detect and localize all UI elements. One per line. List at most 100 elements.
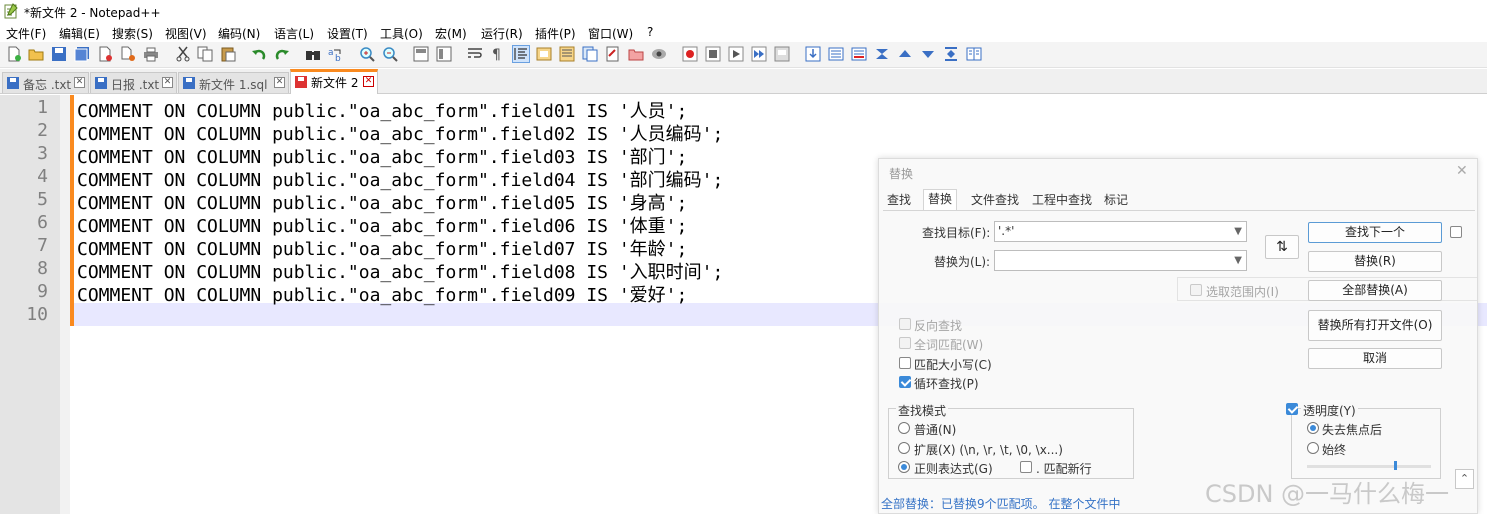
find-combobox[interactable]: '.*' ▼	[994, 221, 1247, 242]
code-line[interactable]: COMMENT ON COLUMN public."oa_abc_form".f…	[77, 281, 687, 307]
menu-edit[interactable]: 编辑(E)	[59, 25, 100, 42]
mode-normal-radio[interactable]	[898, 422, 910, 434]
close-icon[interactable]	[97, 46, 113, 62]
menu-settings[interactable]: 设置(T)	[327, 25, 368, 42]
menu-plugins[interactable]: 插件(P)	[535, 25, 576, 42]
menu-encoding[interactable]: 编码(N)	[218, 25, 260, 42]
mode-regex-radio[interactable]	[898, 461, 910, 473]
collapse-icon[interactable]: ⌃	[1455, 469, 1474, 489]
replace-all-button[interactable]: 全部替换(A)	[1308, 280, 1442, 301]
backward-checkbox[interactable]	[899, 318, 911, 330]
tab-find-in-files[interactable]: 文件查找	[967, 191, 1023, 210]
always-radio[interactable]	[1307, 442, 1319, 454]
swap-button[interactable]: ⇅	[1265, 235, 1299, 259]
tab-daily[interactable]: 日报 .txt ✕	[90, 72, 177, 93]
undo-icon[interactable]	[251, 46, 267, 62]
play-multi-icon[interactable]	[751, 46, 767, 62]
folder-workspace-icon[interactable]	[605, 46, 621, 62]
saved-disk-icon	[7, 77, 19, 89]
print-icon[interactable]	[143, 46, 159, 62]
mode-extended-radio[interactable]	[898, 442, 910, 454]
eye-icon[interactable]	[651, 46, 667, 62]
tab-close-icon[interactable]: ✕	[74, 77, 85, 88]
whole-word-checkbox[interactable]	[899, 337, 911, 349]
col-mode-icon[interactable]	[828, 46, 844, 62]
menu-help[interactable]: ?	[647, 25, 653, 39]
tab-mark[interactable]: 标记	[1100, 191, 1132, 210]
up-icon[interactable]	[897, 46, 913, 62]
transparency-slider-track[interactable]	[1307, 465, 1431, 468]
window-title: *新文件 2 - Notepad++	[24, 6, 161, 20]
menu-run[interactable]: 运行(R)	[481, 25, 523, 42]
tab-close-icon[interactable]: ✕	[162, 77, 173, 88]
chevron-down-icon[interactable]: ▼	[1234, 226, 1242, 237]
new-file-icon[interactable]	[6, 46, 22, 62]
indent-guide-icon[interactable]	[512, 45, 530, 63]
find-next-option-checkbox[interactable]	[1450, 226, 1462, 238]
open-file-icon[interactable]	[28, 46, 44, 62]
menu-window[interactable]: 窗口(W)	[588, 25, 633, 42]
mode-extended-label: 扩展(X) (\n, \r, \t, \0, \x...)	[914, 443, 1063, 457]
tab-close-icon[interactable]: ✕	[363, 76, 374, 87]
save-icon[interactable]	[51, 46, 67, 62]
find-next-button[interactable]: 查找下一个	[1308, 222, 1442, 243]
line-number: 6	[37, 212, 48, 233]
run-icon[interactable]	[805, 46, 821, 62]
replace-combobox[interactable]: ▼	[994, 250, 1247, 271]
stop-record-icon[interactable]	[705, 46, 721, 62]
menu-language[interactable]: 语言(L)	[274, 25, 314, 42]
close-all-icon[interactable]	[120, 46, 136, 62]
menu-file[interactable]: 文件(F)	[6, 25, 46, 42]
function-list-icon[interactable]	[582, 46, 598, 62]
replace-all-open-button[interactable]: 替换所有打开文件(O)	[1308, 310, 1442, 341]
fold-all-icon[interactable]	[874, 46, 890, 62]
sync-v-icon[interactable]	[413, 46, 429, 62]
save-all-icon[interactable]	[74, 46, 90, 62]
in-selection-checkbox[interactable]	[1190, 284, 1202, 296]
cut-icon[interactable]	[175, 46, 191, 62]
transparency-slider-thumb[interactable]	[1394, 461, 1397, 470]
unfold-icon[interactable]	[943, 46, 959, 62]
sync-h-icon[interactable]	[436, 46, 452, 62]
tab-new1[interactable]: 新文件 1.sql ✕	[178, 72, 289, 93]
copy-icon[interactable]	[197, 46, 213, 62]
tab-replace[interactable]: 替换	[923, 189, 958, 211]
paste-icon[interactable]	[220, 46, 236, 62]
show-all-chars-icon[interactable]: ¶	[490, 46, 506, 63]
close-icon[interactable]: ✕	[1456, 163, 1468, 179]
doc-map-icon[interactable]	[559, 46, 575, 62]
zoom-in-icon[interactable]	[359, 46, 375, 62]
match-case-checkbox[interactable]	[899, 357, 911, 369]
tab-find-in-projects[interactable]: 工程中查找	[1028, 191, 1096, 210]
tab-label: 备忘 .txt	[23, 78, 72, 92]
dot-newline-checkbox[interactable]	[1020, 461, 1032, 473]
play-macro-icon[interactable]	[728, 46, 744, 62]
menu-search[interactable]: 搜索(S)	[112, 25, 153, 42]
find-icon[interactable]	[305, 46, 321, 62]
menu-tools[interactable]: 工具(O)	[380, 25, 423, 42]
redo-icon[interactable]	[274, 46, 290, 62]
line-number: 3	[37, 143, 48, 164]
record-macro-icon[interactable]	[682, 46, 698, 62]
monitor-icon[interactable]	[628, 46, 644, 62]
lang-udl-icon[interactable]	[536, 46, 552, 62]
tab-close-icon[interactable]: ✕	[274, 77, 285, 88]
replace-icon[interactable]: ab	[328, 46, 344, 64]
down-icon[interactable]	[920, 46, 936, 62]
panel-icon[interactable]	[966, 46, 982, 62]
save-macro-icon[interactable]	[774, 46, 790, 62]
replace-button[interactable]: 替换(R)	[1308, 251, 1442, 272]
cancel-button[interactable]: 取消	[1308, 348, 1442, 369]
tab-new2[interactable]: 新文件 2 ✕	[290, 69, 378, 94]
chevron-down-icon[interactable]: ▼	[1234, 255, 1242, 266]
on-lose-focus-radio[interactable]	[1307, 422, 1319, 434]
menu-view[interactable]: 视图(V)	[165, 25, 207, 42]
tab-find[interactable]: 查找	[883, 191, 915, 210]
wrap-around-checkbox[interactable]	[899, 376, 911, 388]
wrap-icon[interactable]	[467, 46, 483, 62]
prev-bookmark-icon[interactable]	[851, 46, 867, 62]
zoom-out-icon[interactable]	[382, 46, 398, 62]
transparency-checkbox[interactable]	[1286, 403, 1298, 415]
tab-memo[interactable]: 备忘 .txt ✕	[2, 72, 89, 93]
menu-macro[interactable]: 宏(M)	[435, 25, 467, 42]
